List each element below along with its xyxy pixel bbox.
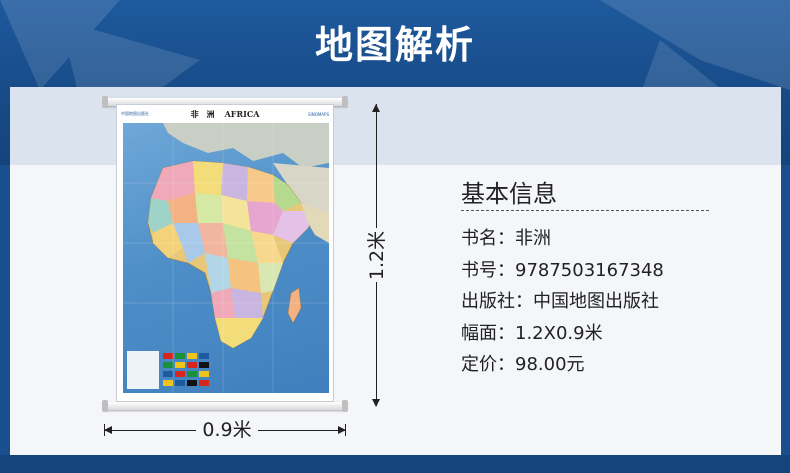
info-row-book-name: 书名：非洲: [461, 224, 664, 256]
info-label: 幅面：: [461, 322, 515, 344]
height-dimension-label: 1.2米: [360, 228, 392, 282]
poster-header: 中国地图出版社 非 洲 AFRICA SINOMAPS: [117, 105, 333, 123]
poster-title-en: AFRICA: [224, 109, 260, 119]
wall-map-poster: 中国地图出版社 非 洲 AFRICA SINOMAPS: [116, 104, 334, 402]
info-title: 基本信息: [461, 180, 557, 208]
arrow-right-icon: [338, 426, 346, 434]
info-value: 中国地图出版社: [533, 291, 659, 312]
info-value: 非洲: [515, 228, 551, 249]
footer-band: [0, 455, 790, 473]
width-dimension-label: 0.9米: [196, 418, 258, 442]
info-label: 出版社：: [461, 291, 533, 312]
info-list: 书名：非洲 书号：9787503167348 出版社：中国地图出版社 幅面：1.…: [461, 224, 664, 382]
arrow-left-icon: [104, 426, 112, 434]
info-divider: [461, 210, 709, 211]
height-label-text: 1.2米: [366, 230, 389, 280]
poster-title-cn: 非 洲: [190, 108, 215, 119]
poster-publisher-mark: 中国地图出版社: [121, 111, 149, 116]
arrow-up-icon: [372, 104, 380, 112]
info-row-price: 定价：98.00元: [461, 350, 664, 382]
info-value: 1.2X0.9米: [515, 322, 603, 344]
info-row-isbn: 书号：9787503167348: [461, 256, 664, 288]
africa-map-image: [123, 123, 329, 393]
arrow-down-icon: [372, 399, 380, 407]
info-row-size: 幅面：1.2X0.9米: [461, 319, 664, 351]
bottom-hanging-rod: [102, 400, 348, 412]
info-row-publisher: 出版社：中国地图出版社: [461, 287, 664, 319]
info-value: 98.00元: [515, 354, 585, 375]
poster-logo-mark: SINOMAPS: [308, 111, 329, 117]
info-value: 9787503167348: [515, 259, 664, 281]
page-title: 地图解析: [314, 23, 475, 67]
info-label: 定价：: [461, 354, 515, 375]
info-label: 书号：: [461, 259, 515, 281]
info-label: 书名：: [461, 228, 515, 249]
